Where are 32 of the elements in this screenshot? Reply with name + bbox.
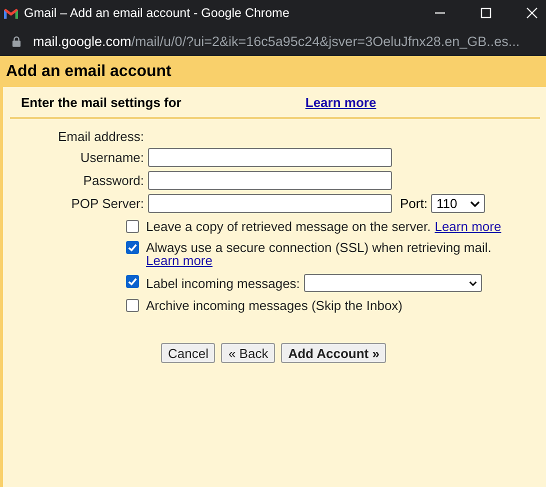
page-header: Add an email account [0,56,546,87]
gmail-logo-icon [4,8,18,18]
form-button[interactable]: Add Account » [281,343,386,363]
option-label: Archive incoming messages (Skip the Inbox) [146,298,403,313]
password-field[interactable] [148,171,392,190]
form-button[interactable]: « Back [221,343,276,363]
field-label: Username: [79,150,144,165]
username-field[interactable] [148,148,392,167]
server-field[interactable] [148,194,392,213]
field-label: Email address: [57,128,144,144]
maximize-icon[interactable] [480,7,492,19]
close-icon[interactable] [526,7,538,19]
lock-icon [12,36,21,46]
form-button[interactable]: Cancel [161,343,216,363]
field-label: POP Server: [70,196,144,211]
caret-icon [468,280,477,286]
caret-icon [470,200,480,206]
option-label: Leave a copy of retrieved message on the server. [146,219,431,234]
window-title: Gmail – Add an email account - Google Chrome [24,6,290,20]
port-label: Port: [400,196,428,211]
field-label: Password: [82,173,144,188]
checkbox[interactable] [126,299,139,312]
label-select[interactable] [304,274,482,292]
option-label: Always use a secure connection (SSL) when retrieving mail. [146,240,492,255]
port-select[interactable]: 110 [431,194,486,213]
checkbox[interactable] [126,241,139,254]
checkbox[interactable] [126,220,139,233]
intro-text: Enter the mail settings for [21,95,182,110]
learn-more-link[interactable]: Learn more [305,95,376,110]
checkbox[interactable] [126,275,139,288]
learn-more-link[interactable]: Learn more [434,219,502,234]
option-label: Label incoming messages: [146,276,300,290]
